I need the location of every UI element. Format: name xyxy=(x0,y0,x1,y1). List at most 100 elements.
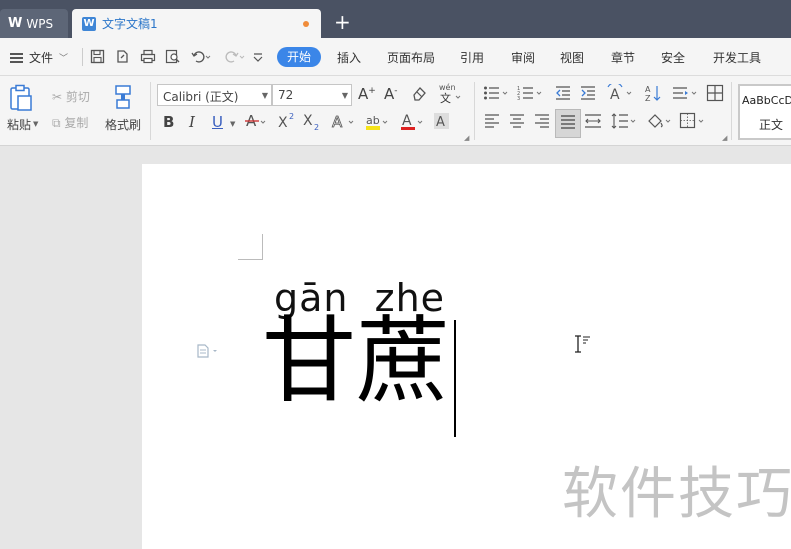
shading-icon[interactable] xyxy=(646,112,674,133)
scissors-icon: ✂ xyxy=(52,90,63,104)
shrink-font-icon[interactable]: A- xyxy=(384,85,398,103)
grow-font-icon[interactable]: A+ xyxy=(358,85,376,103)
paste-label: 粘贴 xyxy=(7,118,32,132)
font-family-value: Calibri (正文) xyxy=(163,90,239,104)
align-right-icon[interactable] xyxy=(534,113,550,132)
tab-page-layout[interactable]: 页面布局 xyxy=(387,49,435,66)
document-canvas[interactable]: gān zhe 甘蔗 软件技巧 xyxy=(0,146,791,549)
svg-text:wén: wén xyxy=(439,82,456,92)
svg-text:X: X xyxy=(278,115,288,130)
hamburger-icon xyxy=(10,52,23,63)
font-dialog-launcher-icon[interactable]: ◢ xyxy=(464,134,469,142)
bullet-list-icon[interactable] xyxy=(483,85,511,104)
tab-start[interactable]: 开始 xyxy=(277,47,321,67)
file-menu[interactable]: 文件 ﹀ xyxy=(10,49,68,66)
format-painter-label: 格式刷 xyxy=(105,118,142,132)
chevron-down-icon: ﹀ xyxy=(59,54,69,64)
increase-indent-icon[interactable] xyxy=(580,85,596,104)
print-icon[interactable] xyxy=(140,49,156,68)
align-left-icon[interactable] xyxy=(484,113,500,132)
line-spacing-adjust-icon[interactable] xyxy=(672,85,700,104)
document-page[interactable]: gān zhe 甘蔗 软件技巧 xyxy=(142,164,791,549)
copy-icon: ⧉ xyxy=(52,116,61,130)
numbered-list-icon[interactable]: 123 xyxy=(517,85,545,104)
svg-text:A: A xyxy=(332,113,343,130)
save-icon[interactable] xyxy=(90,49,105,68)
tab-reference[interactable]: 引用 xyxy=(460,49,484,66)
paste-button[interactable] xyxy=(8,84,34,115)
superscript-icon[interactable]: X2 xyxy=(278,112,296,133)
new-tab-button[interactable]: + xyxy=(334,12,351,32)
text-direction-icon[interactable]: A xyxy=(607,82,635,105)
svg-text:ab: ab xyxy=(366,114,380,127)
font-family-select[interactable]: Calibri (正文) ▼ xyxy=(157,84,272,106)
chevron-down-icon: ▼ xyxy=(261,91,268,100)
table-icon[interactable] xyxy=(706,84,724,105)
divider xyxy=(731,82,732,140)
tab-review[interactable]: 审阅 xyxy=(511,49,535,66)
svg-text:2: 2 xyxy=(289,112,294,121)
text-effect-icon[interactable]: A xyxy=(331,112,357,133)
tab-insert[interactable]: 插入 xyxy=(337,49,361,66)
pinyin-guide-icon[interactable]: wén 文 xyxy=(438,82,462,107)
text-cursor xyxy=(454,320,456,437)
style-preview-text: AaBbCcD xyxy=(742,94,791,107)
writer-doc-icon: W xyxy=(82,16,96,31)
customize-toolbar-icon[interactable] xyxy=(252,49,264,68)
paragraph-dialog-launcher-icon[interactable]: ◢ xyxy=(722,134,727,142)
redo-icon[interactable] xyxy=(224,49,246,68)
distribute-icon[interactable] xyxy=(584,113,602,132)
svg-text:Z: Z xyxy=(645,94,651,102)
underline-button[interactable]: U xyxy=(212,113,223,131)
subscript-icon[interactable]: X2 xyxy=(303,112,321,133)
home-ribbon: 粘贴 ▼ ✂ 剪切 ⧉ 复制 格式刷 Calibri (正文) ▼ 72 ▼ A… xyxy=(0,76,791,146)
chevron-down-icon[interactable]: ▼ xyxy=(33,120,38,128)
svg-text:3: 3 xyxy=(517,96,520,101)
font-color-icon[interactable]: A xyxy=(400,112,426,135)
italic-button[interactable]: I xyxy=(189,113,195,131)
wps-home-tab[interactable]: W WPS xyxy=(0,9,68,38)
line-spacing-icon[interactable] xyxy=(611,112,639,133)
file-menu-label: 文件 xyxy=(29,51,54,65)
format-painter-button[interactable] xyxy=(112,84,134,113)
char-shading-icon[interactable]: A xyxy=(433,112,451,133)
divider xyxy=(150,82,151,140)
cut-label: 剪切 xyxy=(65,90,90,104)
page-margin-marker xyxy=(238,234,263,260)
title-tab-bar: W WPS W 文字文稿1 + xyxy=(0,0,791,38)
print-preview-icon[interactable] xyxy=(165,49,181,68)
document-tab-label: 文字文稿1 xyxy=(102,17,158,31)
chevron-down-icon[interactable]: ▼ xyxy=(230,120,235,128)
menu-bar: 文件 ﹀ 开始 插入 页面布局 引用 审阅 视图 章节 安全 开发工具 xyxy=(0,38,791,76)
tab-view[interactable]: 视图 xyxy=(560,49,584,66)
font-size-select[interactable]: 72 ▼ xyxy=(272,84,352,106)
unsaved-indicator-icon xyxy=(303,21,309,27)
svg-text:A: A xyxy=(610,87,620,102)
align-justify-icon[interactable] xyxy=(555,109,581,138)
copy-button[interactable]: ⧉ 复制 xyxy=(52,114,88,131)
divider xyxy=(474,82,475,140)
clear-format-icon[interactable] xyxy=(411,85,427,104)
bold-button[interactable]: B xyxy=(163,113,174,131)
highlight-icon[interactable]: ab xyxy=(365,112,391,135)
cut-button[interactable]: ✂ 剪切 xyxy=(52,88,90,105)
strikethrough-icon[interactable]: A xyxy=(245,112,267,133)
export-icon[interactable] xyxy=(115,49,130,68)
style-normal[interactable]: AaBbCcD 正文 xyxy=(738,84,791,140)
document-text[interactable]: 甘蔗 xyxy=(262,310,450,414)
document-tab[interactable]: W 文字文稿1 xyxy=(72,9,321,38)
tab-dev-tools[interactable]: 开发工具 xyxy=(713,49,761,66)
tab-security[interactable]: 安全 xyxy=(661,49,685,66)
sort-icon[interactable]: AZ xyxy=(645,84,661,105)
tab-section[interactable]: 章节 xyxy=(611,49,635,66)
divider xyxy=(82,48,83,66)
watermark: 软件技巧 xyxy=(562,462,791,527)
ibeam-cursor-icon xyxy=(572,334,594,358)
align-center-icon[interactable] xyxy=(509,113,525,132)
paragraph-menu-icon[interactable] xyxy=(196,344,220,361)
borders-icon[interactable] xyxy=(679,112,707,133)
style-name-label: 正文 xyxy=(759,118,784,132)
decrease-indent-icon[interactable] xyxy=(555,85,571,104)
undo-icon[interactable] xyxy=(190,49,212,68)
copy-label: 复制 xyxy=(64,116,89,130)
